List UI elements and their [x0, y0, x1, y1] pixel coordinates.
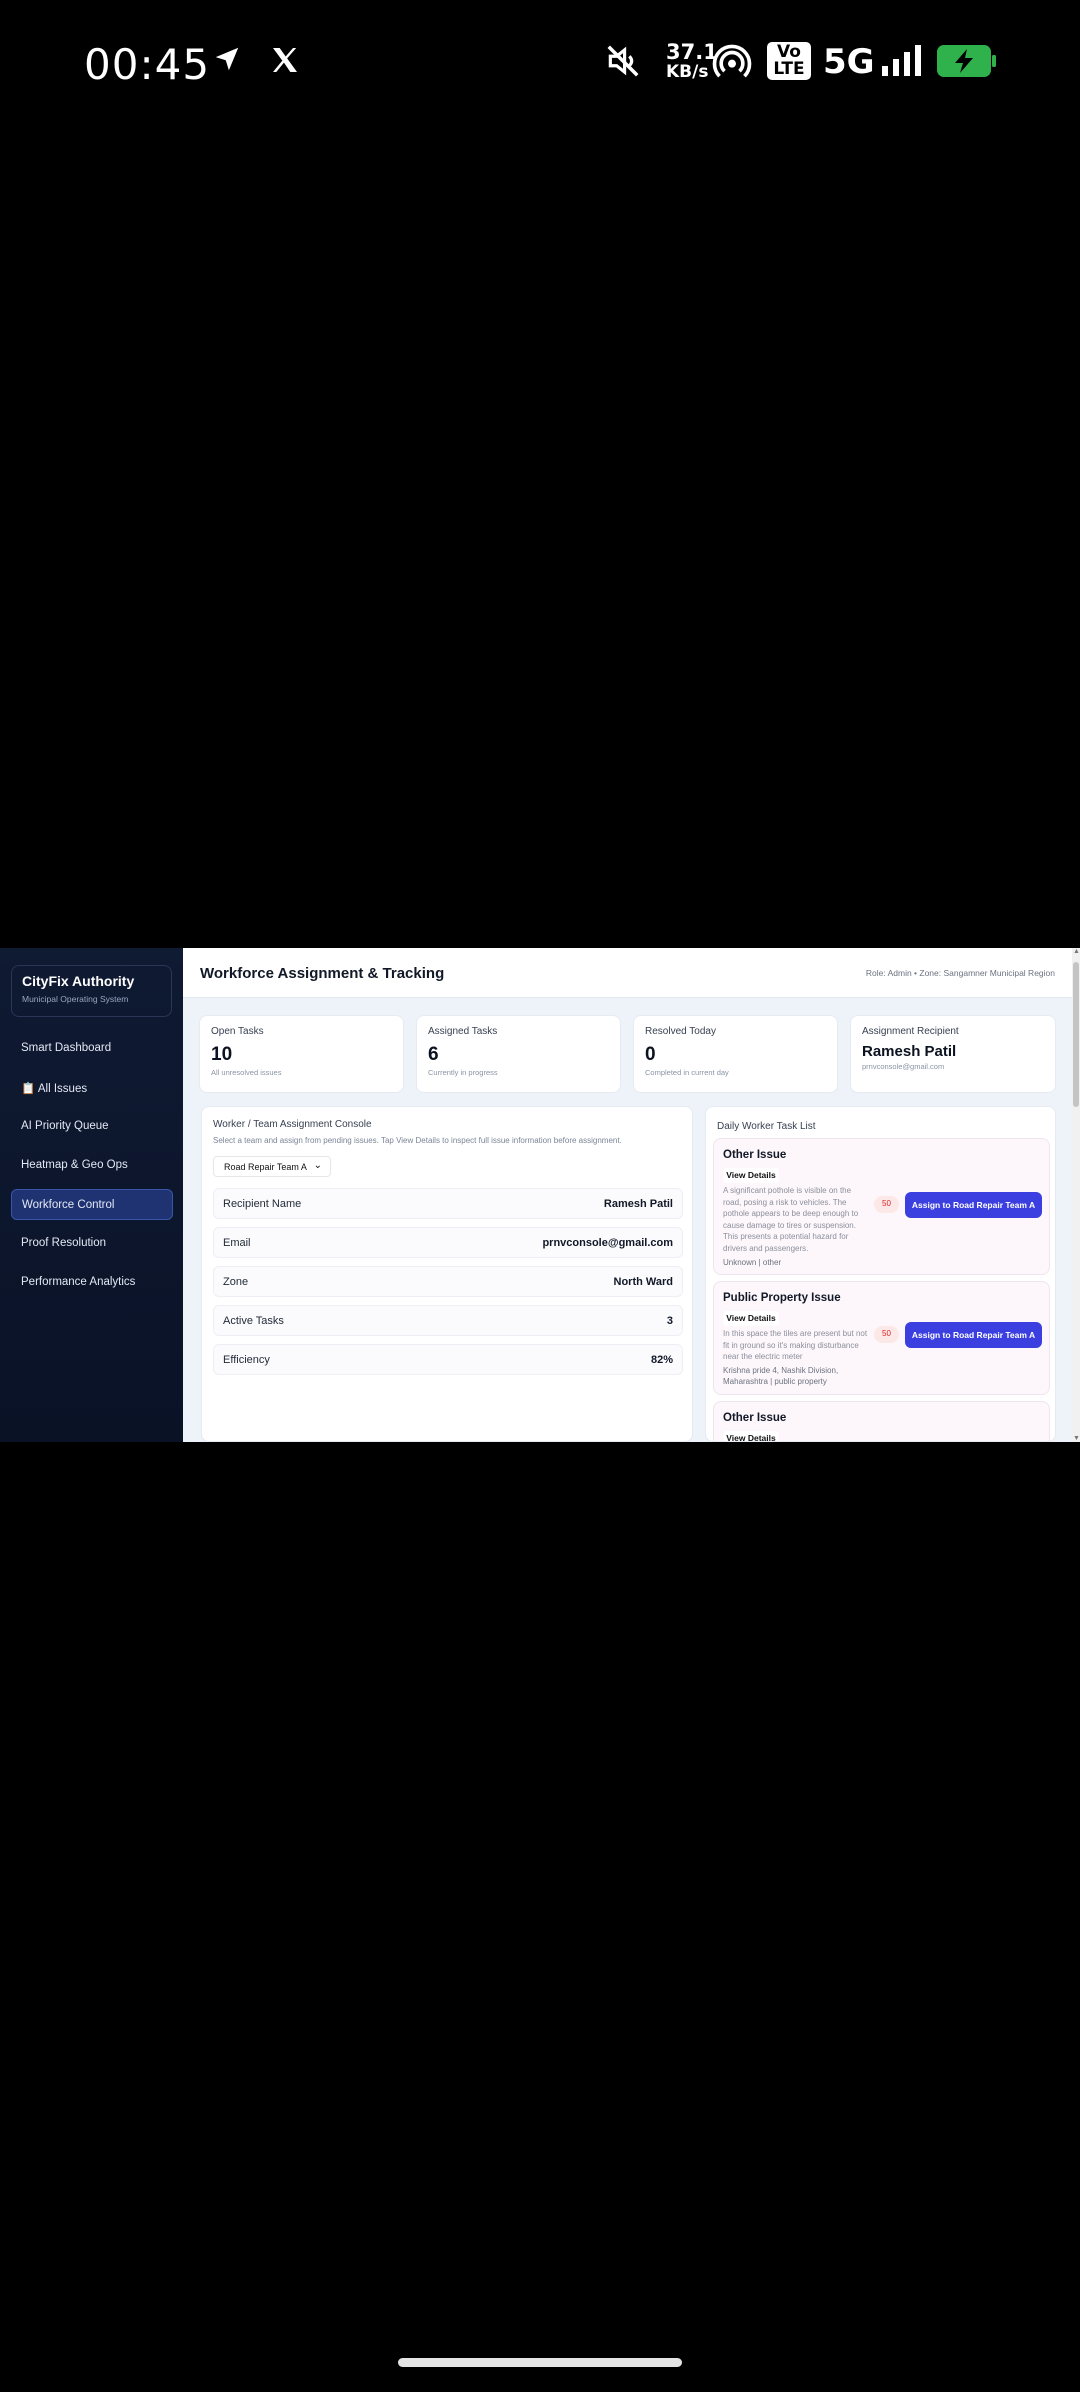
app-window: CityFix Authority Municipal Operating Sy…: [0, 948, 1080, 1442]
stat-card-resolved-today: Resolved Today 0 Completed in current da…: [633, 1015, 838, 1093]
volte-line-2: LTE: [773, 59, 805, 79]
task-description: A significant pothole is visible on the …: [723, 1186, 859, 1253]
sidebar-item-smart-dashboard[interactable]: Smart Dashboard: [11, 1033, 173, 1064]
assignment-console: Worker / Team Assignment Console Select …: [201, 1106, 693, 1442]
priority-score-badge: 50: [874, 1196, 899, 1213]
info-value: 82%: [650, 1354, 673, 1366]
task-card: Other Issue View Details A significant p…: [713, 1138, 1050, 1275]
scroll-down-icon[interactable]: ▼: [1073, 1435, 1080, 1442]
status-bar: 00:45 37.1 KB/s Vo LTE 5G: [0, 30, 1080, 100]
stat-sub: All unresolved issues: [211, 1068, 282, 1077]
battery-charging-icon: [936, 44, 998, 83]
sidebar-item-workforce-control[interactable]: Workforce Control: [11, 1189, 173, 1220]
info-key: Email: [223, 1237, 251, 1249]
assign-button[interactable]: Assign to Road Repair Team A: [905, 1192, 1042, 1218]
info-value: prnvconsole@gmail.com: [542, 1237, 673, 1249]
recipient-name: Ramesh Patil: [862, 1043, 957, 1060]
assign-button[interactable]: Assign to Road Repair Team A: [905, 1322, 1042, 1348]
location-arrow-icon: [212, 44, 242, 79]
phone-screen: 00:45 37.1 KB/s Vo LTE 5G CityFix Author…: [0, 0, 1080, 2392]
stat-label: Assignment Recipient: [862, 1026, 959, 1037]
page-title: Workforce Assignment & Tracking: [200, 965, 445, 982]
chevron-down-icon: ⌄: [313, 1160, 322, 1171]
info-key: Recipient Name: [223, 1198, 302, 1210]
info-key: Active Tasks: [223, 1315, 284, 1327]
info-key: Efficiency: [223, 1354, 270, 1366]
stat-sub: Currently in progress: [428, 1068, 498, 1077]
clock: 00:45: [84, 40, 211, 89]
task-title: Other Issue: [723, 1412, 787, 1424]
page-scrollbar[interactable]: ▲ ▼: [1072, 948, 1080, 1442]
task-card: Other Issue View Details: [713, 1401, 1050, 1441]
stat-label: Assigned Tasks: [428, 1026, 498, 1037]
info-value: 3: [666, 1315, 673, 1327]
team-select-value: Road Repair Team A: [224, 1162, 307, 1172]
top-bar: Workforce Assignment & Tracking Role: Ad…: [183, 948, 1072, 998]
x-logo-icon: [268, 44, 302, 81]
network-type: 5G: [823, 42, 875, 82]
task-title: Other Issue: [723, 1149, 787, 1161]
sidebar-item-ai-priority-queue[interactable]: AI Priority Queue: [11, 1111, 173, 1142]
info-value: North Ward: [613, 1276, 673, 1288]
info-value: Ramesh Patil: [603, 1198, 673, 1210]
daily-task-list: Daily Worker Task List Other Issue View …: [705, 1106, 1056, 1442]
info-row-email: Email prnvconsole@gmail.com: [213, 1227, 683, 1258]
task-location: Krishna pride 4, Nashik Division, Mahara…: [723, 1366, 839, 1386]
sidebar: CityFix Authority Municipal Operating Sy…: [0, 948, 183, 1442]
sidebar-item-performance-analytics[interactable]: Performance Analytics: [11, 1267, 173, 1298]
stat-card-assigned-tasks: Assigned Tasks 6 Currently in progress: [416, 1015, 621, 1093]
stat-label: Resolved Today: [645, 1026, 716, 1037]
sidebar-item-heatmap-geo-ops[interactable]: Heatmap & Geo Ops: [11, 1150, 173, 1181]
stat-card-open-tasks: Open Tasks 10 All unresolved issues: [199, 1015, 404, 1093]
net-speed-value: 37.1: [666, 40, 718, 64]
mute-icon: [603, 42, 643, 85]
view-details-button[interactable]: View Details: [723, 1311, 779, 1326]
view-details-button[interactable]: View Details: [723, 1168, 779, 1183]
brand-subtitle: Municipal Operating System: [22, 994, 129, 1004]
hotspot-icon: [712, 42, 752, 87]
brand-block: CityFix Authority Municipal Operating Sy…: [11, 965, 172, 1017]
main-content: Workforce Assignment & Tracking Role: Ad…: [183, 948, 1072, 1442]
home-indicator[interactable]: [398, 2358, 682, 2367]
info-row-efficiency: Efficiency 82%: [213, 1344, 683, 1375]
stat-value: 0: [645, 1044, 656, 1065]
recipient-email: prnvconsole@gmail.com: [862, 1062, 945, 1071]
scroll-up-icon[interactable]: ▲: [1073, 948, 1080, 955]
stat-value: 10: [211, 1044, 233, 1065]
task-location: Unknown | other: [723, 1258, 782, 1267]
stat-label: Open Tasks: [211, 1026, 264, 1037]
sidebar-nav: Smart Dashboard 📋 All Issues AI Priority…: [11, 1033, 173, 1306]
task-list-title: Daily Worker Task List: [717, 1121, 816, 1132]
stat-card-assignment-recipient: Assignment Recipient Ramesh Patil prnvco…: [850, 1015, 1056, 1093]
signal-icon: [880, 44, 924, 83]
priority-score-badge: 50: [874, 1326, 899, 1343]
console-title: Worker / Team Assignment Console: [213, 1119, 372, 1130]
task-description: In this space the tiles are present but …: [723, 1329, 868, 1361]
view-details-button[interactable]: View Details: [723, 1431, 779, 1441]
info-row-recipient-name: Recipient Name Ramesh Patil: [213, 1188, 683, 1219]
stat-value: 6: [428, 1044, 439, 1065]
task-card: Public Property Issue View Details In th…: [713, 1281, 1050, 1395]
sidebar-item-all-issues[interactable]: 📋 All Issues: [11, 1072, 173, 1103]
task-title: Public Property Issue: [723, 1292, 841, 1304]
volte-badge: Vo LTE: [767, 42, 811, 80]
sidebar-item-proof-resolution[interactable]: Proof Resolution: [11, 1228, 173, 1259]
stat-sub: Completed in current day: [645, 1068, 729, 1077]
info-row-active-tasks: Active Tasks 3: [213, 1305, 683, 1336]
info-key: Zone: [223, 1276, 249, 1288]
brand-title: CityFix Authority: [22, 973, 135, 989]
console-hint: Select a team and assign from pending is…: [213, 1136, 622, 1145]
scrollbar-thumb[interactable]: [1073, 962, 1079, 1107]
info-row-zone: Zone North Ward: [213, 1266, 683, 1297]
net-speed-unit: KB/s: [666, 62, 709, 82]
role-zone-text: Role: Admin • Zone: Sangamner Municipal …: [865, 968, 1055, 978]
team-select[interactable]: Road Repair Team A ⌄: [213, 1156, 331, 1177]
